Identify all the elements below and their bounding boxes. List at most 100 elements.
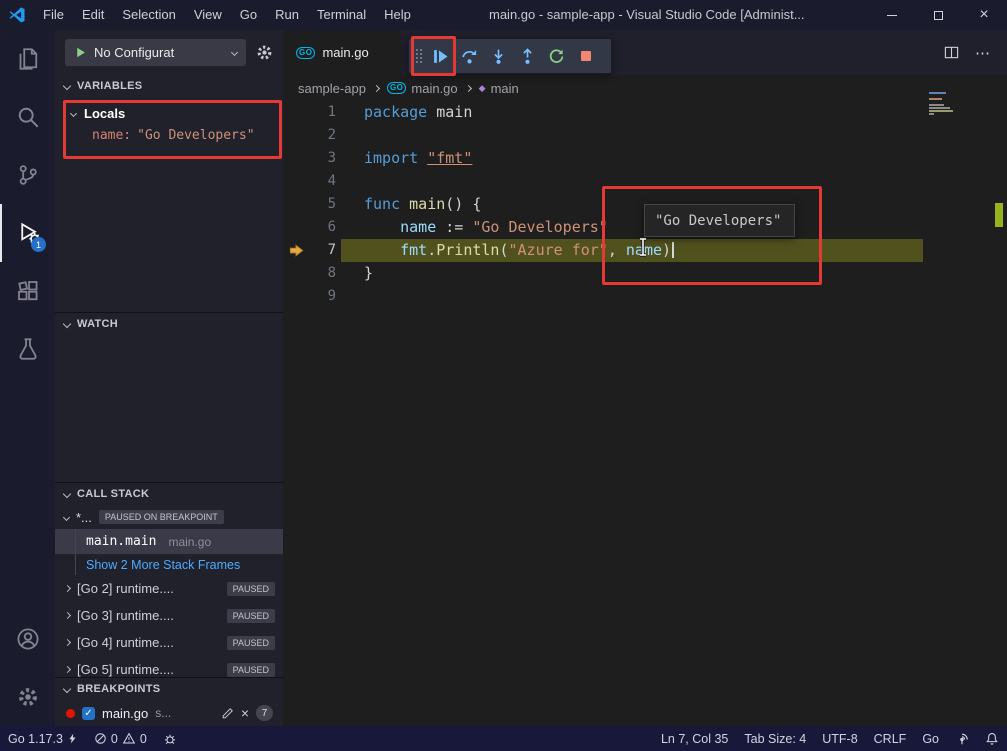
gutter-glyph[interactable] [283,101,309,124]
menu-selection[interactable]: Selection [113,0,184,30]
notifications-bell-icon[interactable] [977,726,1007,751]
line-number[interactable]: 6 [309,216,336,239]
testing-icon[interactable] [0,320,55,378]
line-number[interactable]: 8 [309,262,336,285]
call-stack-header[interactable]: CALL STACK [55,483,283,505]
tab-main-go[interactable]: GO main.go [283,30,401,75]
search-icon[interactable] [0,88,55,146]
more-actions-icon[interactable]: ⋯ [975,44,991,62]
step-out-button[interactable] [513,41,542,71]
status-problems[interactable]: 0 0 [86,726,155,751]
menu-edit[interactable]: Edit [73,0,113,30]
explorer-icon[interactable] [0,30,55,88]
code-line-3[interactable]: 3 import "fmt" [283,147,993,170]
thread-row[interactable]: *... PAUSED ON BREAKPOINT [55,505,283,529]
watch-header[interactable]: WATCH [55,313,283,335]
gutter-glyph[interactable] [283,170,309,193]
line-number[interactable]: 2 [309,124,336,147]
code-line-2[interactable]: 2 [283,124,993,147]
restart-button[interactable] [542,41,571,71]
remote-icon[interactable] [947,726,977,751]
breadcrumb-symbol[interactable]: ◆main [479,81,519,96]
code-line-4[interactable]: 4 [283,170,993,193]
settings-gear-icon[interactable] [0,668,55,726]
activity-bar: 1 [0,30,55,726]
menu-run[interactable]: Run [266,0,308,30]
status-line-col[interactable]: Ln 7, Col 35 [653,726,736,751]
breakpoint-row[interactable]: ✓ main.go s... × 7 [55,700,283,726]
code-text[interactable]: name := "Go Developers" [364,216,608,239]
line-number[interactable]: 9 [309,285,336,308]
run-debug-icon[interactable]: 1 [0,204,55,262]
code-line-6[interactable]: 6 name := "Go Developers" [283,216,993,239]
split-editor-icon[interactable] [944,45,959,60]
package-symbol-icon: ◆ [479,83,486,94]
tabbar-actions: ⋯ [944,30,1007,75]
line-number[interactable]: 5 [309,193,336,216]
code-token [364,241,400,259]
gutter-glyph[interactable] [283,147,309,170]
gutter-glyph[interactable] [283,262,309,285]
breakpoints-header[interactable]: BREAKPOINTS [55,678,283,700]
breadcrumb-folder[interactable]: sample-app [298,81,366,96]
menu-file[interactable]: File [34,0,73,30]
line-number[interactable]: 1 [309,101,336,124]
menu-terminal[interactable]: Terminal [308,0,375,30]
current-frame-arrow-icon[interactable] [283,239,309,262]
status-encoding[interactable]: UTF-8 [814,726,865,751]
stop-button[interactable] [571,41,600,71]
line-number[interactable]: 4 [309,170,336,193]
status-go-version[interactable]: Go 1.17.3 [0,726,86,751]
goroutine-row-4[interactable]: [Go 4] runtime....PAUSED [55,629,283,656]
code-line-9[interactable]: 9 [283,285,993,308]
step-into-button[interactable] [484,41,513,71]
extensions-icon[interactable] [0,262,55,320]
chevron-right-icon [64,612,71,619]
debug-status-icon[interactable] [155,726,185,751]
status-tab-size[interactable]: Tab Size: 4 [736,726,814,751]
stack-frame-row[interactable]: main.main main.go [55,529,283,554]
locals-scope-row[interactable]: Locals [55,102,283,124]
edit-breakpoint-icon[interactable] [221,707,234,720]
code-text[interactable]: package main [364,101,472,124]
status-language[interactable]: Go [914,726,947,751]
breakpoint-checkbox[interactable]: ✓ [82,707,95,720]
code-line-1[interactable]: 1 package main [283,101,993,124]
code-line-5[interactable]: 5 func main() { [283,193,993,216]
code-text[interactable]: func main() { [364,193,481,216]
source-control-icon[interactable] [0,146,55,204]
menu-help[interactable]: Help [375,0,420,30]
variables-header[interactable]: VARIABLES [55,75,283,97]
step-over-button[interactable] [455,41,484,71]
menu-view[interactable]: View [185,0,231,30]
status-eol[interactable]: CRLF [866,726,915,751]
goroutine-row-5[interactable]: [Go 5] runtime....PAUSED [55,656,283,677]
gutter-glyph[interactable] [283,124,309,147]
maximize-button[interactable] [915,0,961,30]
code-text[interactable]: fmt.Println("Azure for", name) [364,239,674,262]
launch-config-select[interactable]: No Configurat [65,39,246,66]
accounts-icon[interactable] [0,610,55,668]
menu-go[interactable]: Go [231,0,266,30]
code-text[interactable]: import "fmt" [364,147,472,170]
config-gear-icon[interactable] [256,44,273,61]
gutter-glyph[interactable] [283,285,309,308]
vscode-logo-icon [0,6,34,24]
line-number[interactable]: 3 [309,147,336,170]
continue-button[interactable] [426,41,455,71]
minimize-button[interactable] [869,0,915,30]
close-button[interactable]: × [961,0,1007,30]
show-more-frames-link[interactable]: Show 2 More Stack Frames [55,554,283,575]
goroutine-row-3[interactable]: [Go 3] runtime....PAUSED [55,602,283,629]
gutter-glyph[interactable] [283,216,309,239]
variable-row[interactable]: name: "Go Developers" [55,124,283,146]
code-line-8[interactable]: 8} [283,262,993,285]
goroutine-row-2[interactable]: [Go 2] runtime....PAUSED [55,575,283,602]
gutter-glyph[interactable] [283,193,309,216]
line-number[interactable]: 7 [309,239,336,262]
breadcrumb-file[interactable]: GOmain.go [387,81,458,96]
minimap[interactable] [929,92,955,116]
code-text[interactable]: } [364,262,373,285]
toolbar-drag-handle[interactable] [412,47,426,65]
remove-breakpoint-icon[interactable]: × [241,706,249,720]
